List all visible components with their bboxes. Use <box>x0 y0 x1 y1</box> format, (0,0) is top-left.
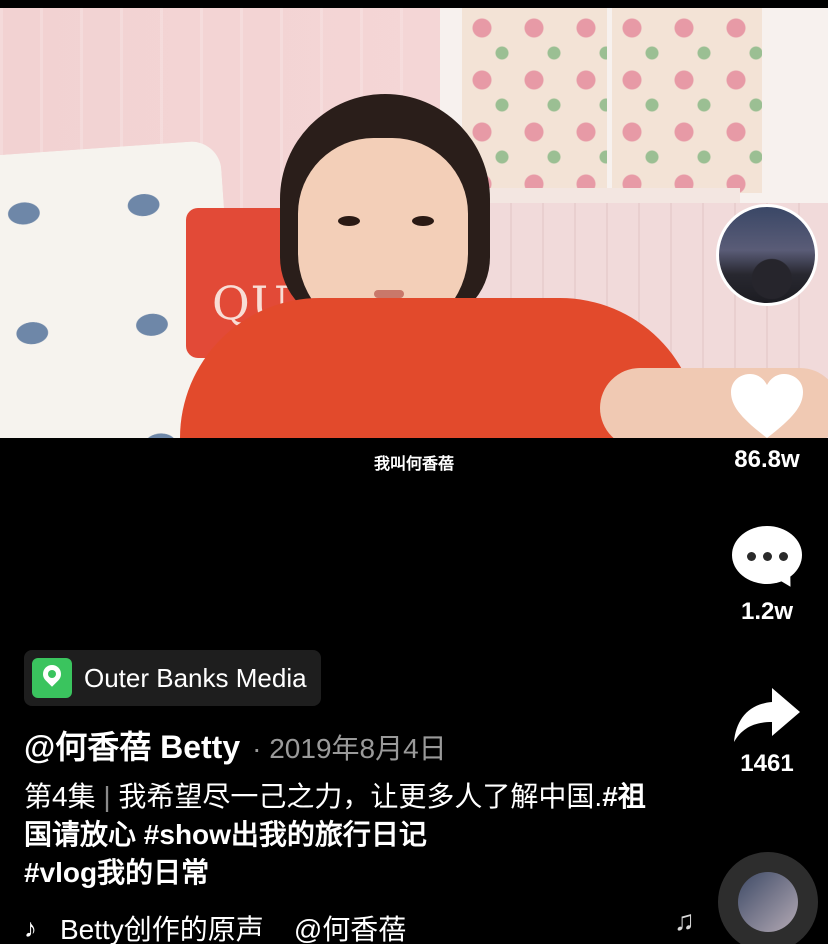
post-caption: 第4集 | 我希望尽一己之力，让更多人了解中国.#祖国请放心 #show出我的旅… <box>24 778 664 892</box>
creator-avatar[interactable] <box>716 204 818 306</box>
sound-artist: @何香蓓 <box>293 914 407 944</box>
right-eye <box>412 216 434 226</box>
heart-icon[interactable] <box>716 372 818 440</box>
hashtag-link[interactable]: #show出我的旅行日记 <box>144 819 427 850</box>
music-note-icon: ♪ <box>24 912 37 943</box>
comment-button[interactable]: 1.2w <box>716 526 818 626</box>
share-count: 1461 <box>740 750 794 777</box>
music-disc-cover <box>738 872 798 932</box>
comment-icon[interactable] <box>732 526 802 592</box>
caption-text: 我希望尽一己之力，让更多人了解中国. <box>118 781 603 812</box>
location-chip[interactable]: Outer Banks Media <box>24 650 321 706</box>
episode-label: 第4集 <box>24 781 96 812</box>
sound-line[interactable]: ♪ Betty创作的原声 @何香蓓 <box>24 908 406 944</box>
left-eye <box>338 216 360 226</box>
location-pin-icon <box>32 658 72 698</box>
curtain-right <box>612 8 762 193</box>
hashtag-link[interactable]: #vlog我的日常 <box>24 857 209 888</box>
share-icon[interactable] <box>716 684 818 744</box>
author-line: @何香蓓 Betty · 2019年8月4日 <box>24 722 447 768</box>
caption-separator: | <box>103 781 111 812</box>
mouth <box>374 290 404 298</box>
like-button[interactable]: 86.8w <box>716 372 818 474</box>
comment-dot <box>779 552 788 561</box>
location-label: Outer Banks Media <box>84 662 307 693</box>
share-button[interactable]: 1461 <box>716 684 818 778</box>
comment-dot <box>763 552 772 561</box>
author-name[interactable]: @何香蓓 Betty <box>24 722 240 768</box>
like-count: 86.8w <box>734 446 800 473</box>
comment-count: 1.2w <box>740 598 794 625</box>
video-subtitle: 我叫何香蓓 <box>373 456 454 473</box>
comment-dot <box>747 552 756 561</box>
video-frame[interactable]: QUA <box>0 8 828 438</box>
sound-title: Betty创作的原声 <box>60 914 264 944</box>
post-date: · 2019年8月4日 <box>252 733 447 764</box>
music-notes-icon: ♫ <box>674 905 695 936</box>
